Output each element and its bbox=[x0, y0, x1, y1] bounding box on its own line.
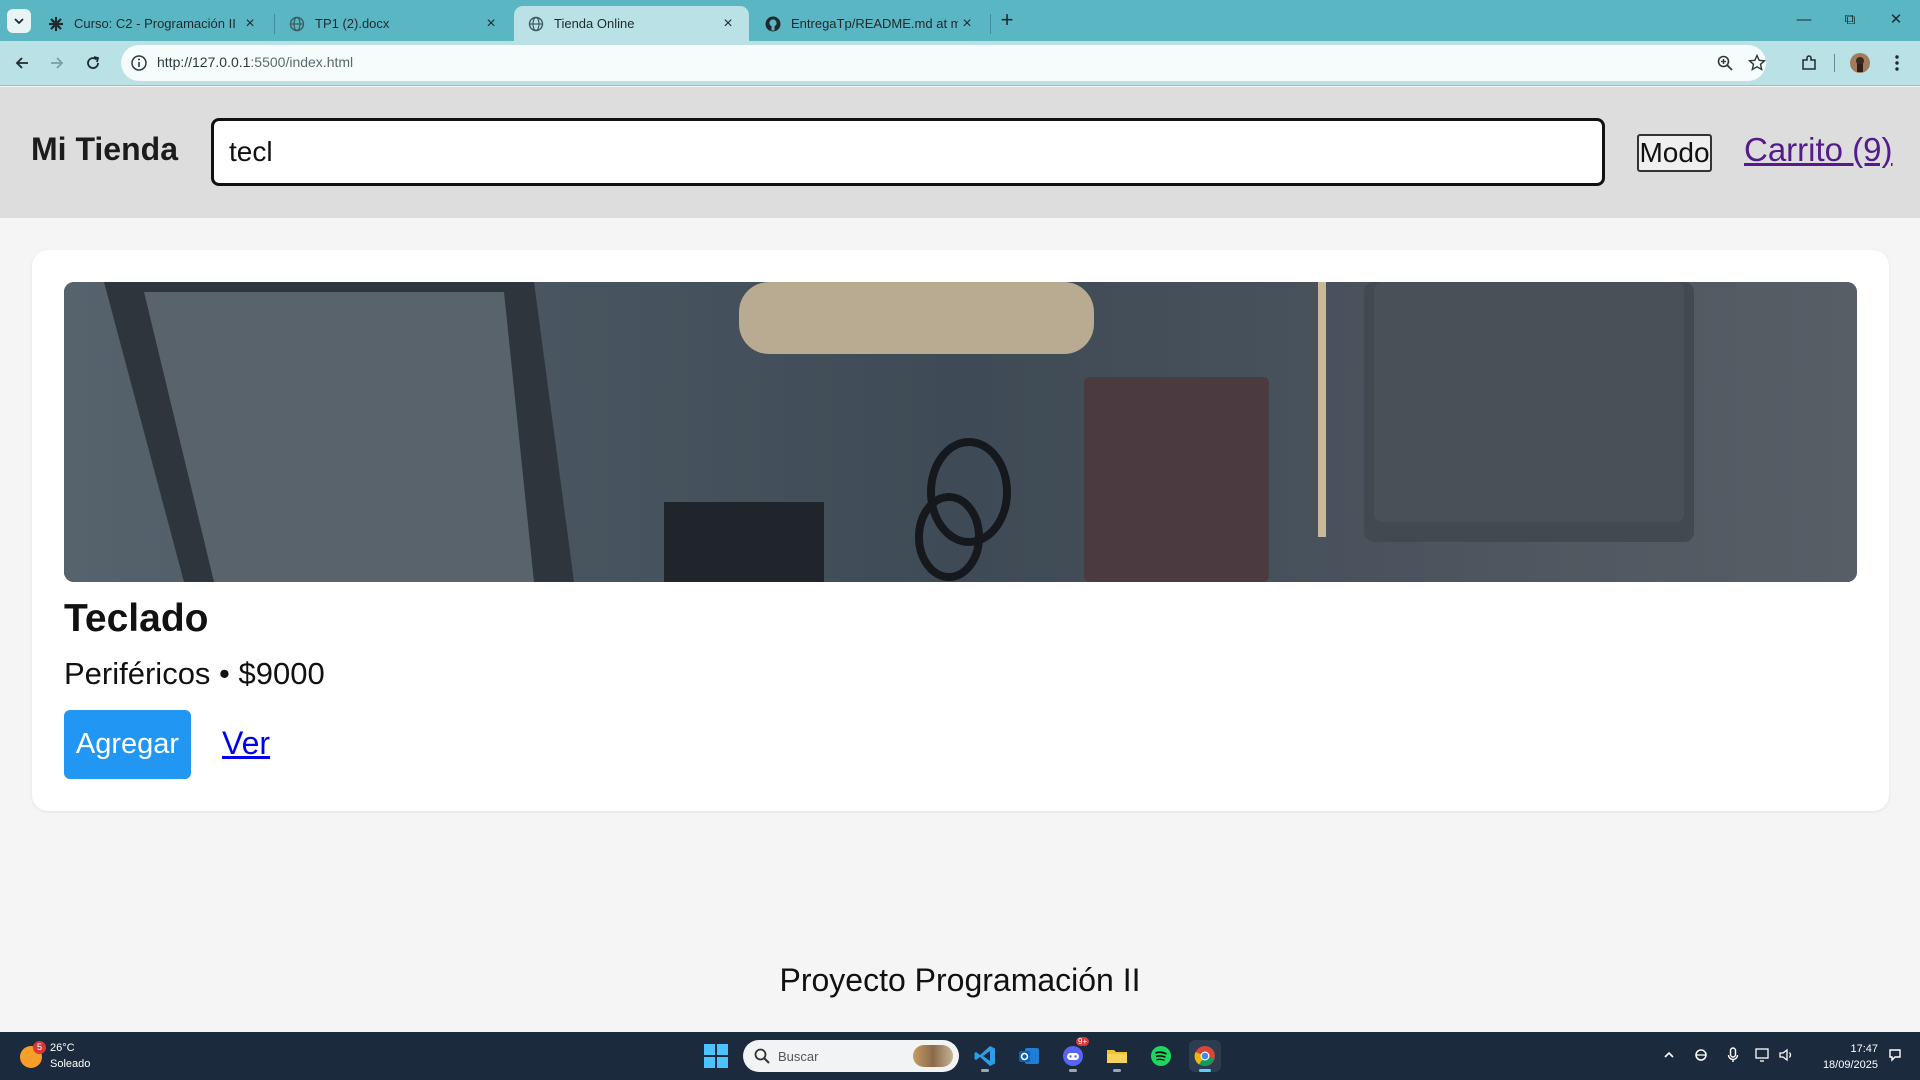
arrow-left-icon bbox=[15, 57, 28, 69]
mode-toggle-button[interactable]: Modo bbox=[1637, 134, 1712, 172]
kebab-menu-icon bbox=[1895, 55, 1899, 71]
site-header: Mi Tienda Modo Carrito (9) bbox=[0, 87, 1920, 218]
spotify-icon bbox=[1151, 1046, 1171, 1066]
tab-tienda-online[interactable]: Tienda Online × bbox=[514, 6, 749, 41]
close-icon[interactable]: × bbox=[958, 15, 976, 33]
running-indicator bbox=[981, 1069, 989, 1072]
tab-search-button[interactable] bbox=[7, 9, 31, 33]
tab-title: EntregaTp/README.md at main bbox=[791, 16, 958, 31]
profile-avatar[interactable] bbox=[1848, 51, 1872, 75]
globe-icon bbox=[528, 16, 544, 32]
system-clock[interactable]: 17:47 18/09/2025 bbox=[1808, 1041, 1878, 1073]
product-card: Teclado Periféricos • $9000 Agregar Ver bbox=[32, 250, 1889, 811]
outlook-app[interactable] bbox=[1013, 1040, 1045, 1072]
close-icon[interactable]: × bbox=[719, 15, 737, 33]
url-path: :5500/index.html bbox=[250, 54, 354, 70]
clock-time: 17:47 bbox=[1850, 1043, 1878, 1055]
running-indicator bbox=[1069, 1069, 1077, 1072]
taskbar-search[interactable]: Buscar bbox=[743, 1040, 959, 1072]
address-bar[interactable]: http://127.0.0.1:5500/index.html bbox=[121, 45, 1766, 81]
avatar bbox=[1850, 53, 1870, 73]
product-name: Teclado bbox=[64, 597, 209, 640]
zoom-icon[interactable] bbox=[1716, 54, 1734, 72]
tab-tp1[interactable]: TP1 (2).docx × bbox=[275, 6, 512, 41]
info-icon[interactable] bbox=[130, 54, 148, 72]
browser-toolbar: http://127.0.0.1:5500/index.html bbox=[0, 41, 1920, 86]
tab-curso[interactable]: Curso: C2 - Programación II × bbox=[34, 6, 271, 41]
reload-button[interactable] bbox=[79, 49, 107, 77]
view-product-link[interactable]: Ver bbox=[222, 725, 270, 762]
clock-date: 18/09/2025 bbox=[1822, 1059, 1878, 1071]
running-indicator bbox=[1199, 1069, 1211, 1072]
tab-title: TP1 (2).docx bbox=[315, 16, 390, 31]
chrome-app[interactable] bbox=[1189, 1040, 1221, 1072]
running-indicator bbox=[1113, 1069, 1121, 1072]
chrome-icon bbox=[1194, 1046, 1215, 1066]
chevron-up-icon[interactable] bbox=[1660, 1046, 1678, 1064]
onedrive-sync-icon[interactable] bbox=[1692, 1046, 1710, 1064]
search-icon bbox=[754, 1048, 770, 1064]
site-brand: Mi Tienda bbox=[31, 131, 178, 167]
search-input[interactable] bbox=[211, 118, 1605, 186]
close-icon[interactable]: × bbox=[482, 15, 500, 33]
tab-title: Tienda Online bbox=[554, 16, 635, 31]
vscode-app[interactable] bbox=[969, 1040, 1001, 1072]
reload-icon bbox=[87, 56, 100, 69]
discord-icon bbox=[1063, 1046, 1083, 1066]
taskbar-search-label: Buscar bbox=[778, 1049, 819, 1064]
notification-badge: 9+ bbox=[1076, 1037, 1090, 1046]
back-button[interactable] bbox=[8, 49, 36, 77]
moodle-icon bbox=[48, 16, 64, 32]
microphone-icon[interactable] bbox=[1724, 1046, 1742, 1064]
notifications-icon[interactable] bbox=[1886, 1046, 1904, 1064]
product-meta: Periféricos • $9000 bbox=[64, 656, 325, 691]
browser-menu-button[interactable] bbox=[1885, 51, 1909, 75]
bookmark-star-icon[interactable] bbox=[1748, 54, 1766, 72]
arrow-right-icon bbox=[51, 57, 64, 69]
close-icon[interactable]: × bbox=[241, 15, 259, 33]
cart-link[interactable]: Carrito (9) bbox=[1744, 131, 1893, 169]
tab-github-readme[interactable]: EntregaTp/README.md at main × bbox=[751, 6, 988, 41]
tab-title: Curso: C2 - Programación II bbox=[74, 16, 236, 31]
network-icon[interactable] bbox=[1754, 1046, 1772, 1064]
volume-icon[interactable] bbox=[1778, 1046, 1796, 1064]
url-host: http://127.0.0.1 bbox=[157, 54, 251, 70]
tab-divider bbox=[990, 14, 991, 34]
vscode-icon bbox=[974, 1046, 995, 1066]
url-text: http://127.0.0.1:5500/index.html bbox=[157, 54, 353, 70]
windows-start-icon[interactable] bbox=[704, 1044, 728, 1068]
discord-app[interactable]: 9+ bbox=[1057, 1037, 1090, 1072]
close-window-button[interactable]: ✕ bbox=[1882, 9, 1910, 31]
folder-icon bbox=[1107, 1050, 1127, 1063]
forward-button[interactable] bbox=[43, 49, 71, 77]
footer-text: Proyecto Programación II bbox=[779, 962, 1141, 998]
restore-button[interactable]: ⧉ bbox=[1836, 9, 1864, 31]
globe-icon bbox=[289, 16, 305, 32]
outlook-icon bbox=[1019, 1048, 1039, 1064]
weather-condition: Soleado bbox=[50, 1058, 91, 1070]
spotify-app[interactable] bbox=[1145, 1040, 1177, 1072]
weather-temperature: 26°C bbox=[50, 1042, 75, 1054]
chevron-down-icon bbox=[14, 18, 24, 25]
file-explorer-app[interactable] bbox=[1101, 1040, 1133, 1072]
notification-badge: 5 bbox=[33, 1041, 46, 1054]
extensions-button[interactable] bbox=[1797, 51, 1821, 75]
product-image bbox=[64, 282, 1857, 582]
new-tab-button[interactable]: + bbox=[994, 8, 1020, 34]
windows-taskbar: 5 26°C Soleado Buscar 9+ 17:47 18/09/202… bbox=[0, 1032, 1920, 1080]
search-highlight-image bbox=[913, 1045, 953, 1067]
weather-widget[interactable]: 5 26°C Soleado bbox=[20, 1041, 130, 1072]
minimize-button[interactable]: — bbox=[1790, 9, 1818, 31]
puzzle-icon bbox=[1802, 55, 1816, 70]
browser-tab-strip: Curso: C2 - Programación II × TP1 (2).do… bbox=[0, 0, 1920, 41]
github-icon bbox=[765, 16, 781, 32]
add-to-cart-button[interactable]: Agregar bbox=[64, 710, 191, 779]
toolbar-divider bbox=[1834, 54, 1835, 72]
